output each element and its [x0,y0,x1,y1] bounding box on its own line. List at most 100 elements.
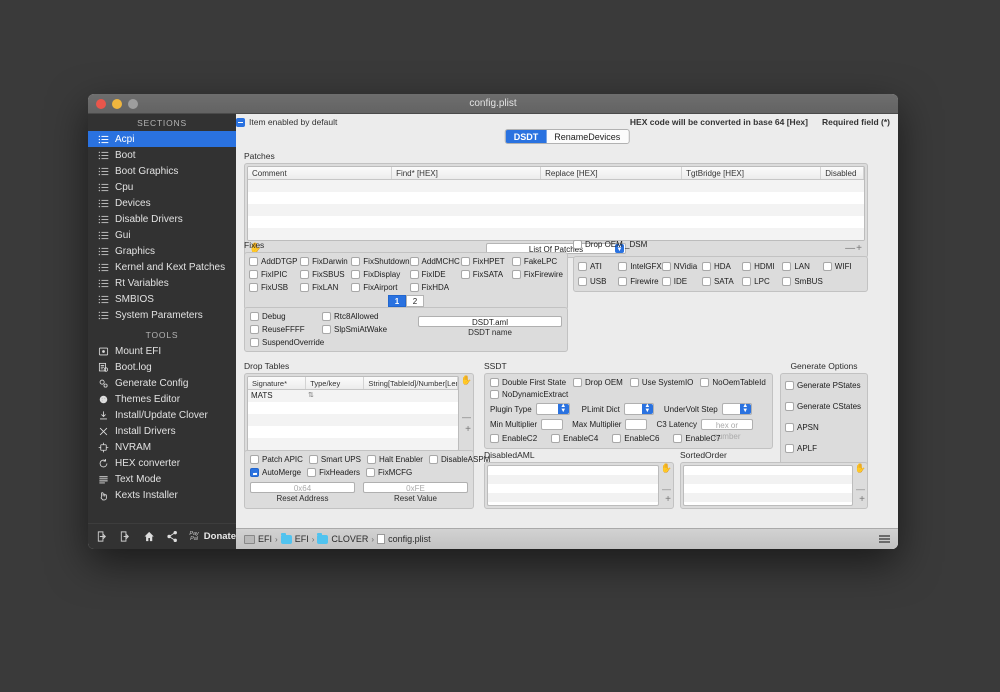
fix-fixfirewire[interactable]: FixFirewire [511,270,563,279]
dsm-hda[interactable]: HDA [701,262,742,271]
dsm-lpc[interactable]: LPC [742,277,782,286]
fix-fixusb[interactable]: FixUSB [249,283,300,292]
patch-disableaspm[interactable]: DisableASPM [428,455,490,464]
dsm-intelgfx[interactable]: IntelGFX [618,262,662,271]
table-row[interactable] [248,192,864,204]
table-row[interactable] [248,402,458,414]
ssdt-enablec4[interactable]: EnableC4 [551,434,598,443]
export-icon[interactable] [119,530,131,543]
fix-fakelpc[interactable]: FakeLPC [511,257,563,266]
ssdt-enablec6[interactable]: EnableC6 [612,434,659,443]
ssdt-drop-oem[interactable]: Drop OEM [573,378,623,387]
reset-address-input[interactable]: 0x64 [250,482,355,493]
sidebar-tool-themes-editor[interactable]: Themes Editor [88,391,236,407]
table-row[interactable] [248,426,458,438]
sidebar-item-system-parameters[interactable]: System Parameters [88,307,236,323]
sidebar-item-disable-drivers[interactable]: Disable Drivers [88,211,236,227]
debug-slpsmiatwake[interactable]: SlpSmiAtWake [322,325,412,334]
sidebar-tool-nvram[interactable]: NVRAM [88,439,236,455]
tab-dsdt[interactable]: DSDT [505,130,547,143]
patches-table[interactable]: Comment Find* [HEX] Replace [HEX] TgtBridge… [247,166,865,241]
breadcrumb-item[interactable]: EFI [295,534,309,544]
plugin-type-select[interactable]: ▲ ▼ [535,403,570,415]
dsm-hdmi[interactable]: HDMI [742,262,782,271]
list-item[interactable] [488,502,658,505]
disabled-aml-add[interactable]: + [665,494,671,505]
debug-rtc8allowed[interactable]: Rtc8Allowed [322,312,412,321]
sidebar-item-gui[interactable]: Gui [88,227,236,243]
genopt-apsn[interactable]: APSN [785,423,819,432]
plimit-dict-select[interactable]: ▲ ▼ [623,403,654,415]
ssdt-enablec7[interactable]: EnableC7 [673,434,721,443]
column-header[interactable]: Signature* [248,377,307,389]
ssdt-use-systemio[interactable]: Use SystemIO [629,378,693,387]
share-icon[interactable] [166,530,178,543]
sidebar-tool-install-drivers[interactable]: Install Drivers [88,423,236,439]
table-row[interactable] [248,438,458,450]
hand-icon[interactable]: ✋ [855,463,866,474]
table-row[interactable] [248,414,458,426]
disabled-aml-remove[interactable]: — [662,484,671,494]
dsm-lan[interactable]: LAN [782,262,822,271]
hamburger-icon[interactable] [879,535,890,543]
ssdt-nodynamicextract[interactable]: NoDynamicExtract [490,390,568,399]
max-multiplier-input[interactable] [625,419,648,430]
table-row[interactable] [248,204,864,216]
c3-latency-input[interactable]: hex or number [700,419,753,441]
ssdt-nooemtableid[interactable]: NoOemTableId [700,378,766,387]
donate-button[interactable]: Donate [204,531,236,542]
sidebar-item-smbios[interactable]: SMBIOS [88,291,236,307]
ssdt-enablec2[interactable]: EnableC2 [490,434,537,443]
fix-fixdisplay[interactable]: FixDisplay [351,270,409,279]
dsm-smbus[interactable]: SmBUS [782,277,823,286]
reset-value-input[interactable]: 0xFE [363,482,468,493]
ssdt-double-first-state[interactable]: Double First State [490,378,566,387]
breadcrumb-item[interactable]: CLOVER [331,534,368,544]
patch-fixmcfg[interactable]: FixMCFG [366,468,412,477]
dsm-usb[interactable]: USB [578,277,618,286]
list-item[interactable] [684,493,852,502]
fix-fixshutdown[interactable]: FixShutdown [351,257,410,266]
column-header[interactable]: String[TableId]/Number[Length] [364,377,458,389]
drop-tables-table[interactable]: Signature* Type/key String[TableId]/Number… [247,376,459,451]
drop-oem-dsm-checkbox[interactable]: Drop OEM _DSM [573,240,647,249]
patch-automerge[interactable]: AutoMerge [250,468,301,477]
genopt-generate-cstates[interactable]: Generate CStates [785,402,861,411]
patch-halt-enabler[interactable]: Halt Enabler [366,455,423,464]
list-item[interactable] [684,502,852,505]
list-item[interactable] [684,475,852,484]
sidebar-item-graphics[interactable]: Graphics [88,243,236,259]
column-header[interactable]: TgtBridge [HEX] [682,167,822,179]
import-icon[interactable] [96,530,108,543]
table-row[interactable]: MATS ⇅ [248,390,458,402]
fix-fixsbus[interactable]: FixSBUS [300,270,351,279]
debug-reuseffff[interactable]: ReuseFFFF [250,325,322,334]
column-header[interactable]: Type/key [306,377,365,389]
sorted-order-list[interactable] [683,465,853,506]
list-item[interactable] [488,484,658,493]
dsm-wifi[interactable]: WIFI [822,262,863,271]
sidebar-tool-boot-log[interactable]: Boot.log [88,359,236,375]
sidebar-tool-install-update-clover[interactable]: Install/Update Clover [88,407,236,423]
patch-patch-apic[interactable]: Patch APIC [250,455,303,464]
debug-suspendoverride[interactable]: SuspendOverride [250,338,324,347]
fix-fixide[interactable]: FixIDE [409,270,461,279]
dsm-ide[interactable]: IDE [661,277,702,286]
table-row[interactable] [248,216,864,228]
fixes-page-1[interactable]: 1 [388,295,406,307]
column-header[interactable]: Disabled [821,167,864,179]
list-item[interactable] [488,493,658,502]
dsdt-name-input[interactable]: DSDT.aml [418,316,562,327]
debug-debug[interactable]: Debug [250,312,322,321]
list-item[interactable] [684,484,852,493]
column-header[interactable]: Replace [HEX] [541,167,683,179]
sidebar-item-devices[interactable]: Devices [88,195,236,211]
sorted-order-remove[interactable]: — [856,484,865,494]
table-row[interactable] [248,180,864,192]
dsm-firewire[interactable]: Firewire [618,277,662,286]
breadcrumb-item[interactable]: EFI [258,534,272,544]
home-icon[interactable] [143,530,155,543]
column-header[interactable]: Comment [248,167,393,179]
list-item[interactable] [488,466,658,475]
sidebar-item-acpi[interactable]: Acpi [88,131,236,147]
